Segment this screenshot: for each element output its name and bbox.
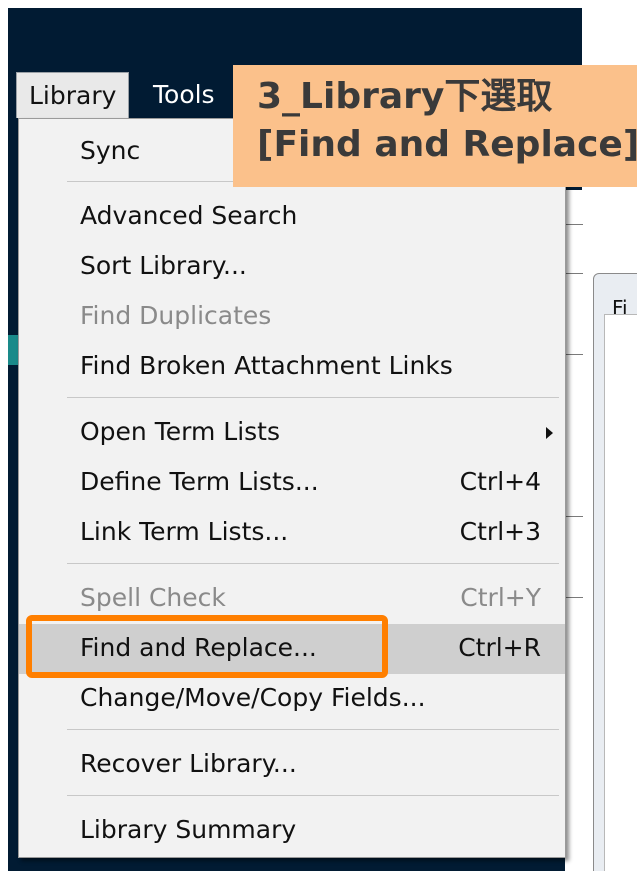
menu-item-library-summary[interactable]: Library Summary [19, 806, 565, 856]
menu-separator [67, 729, 559, 730]
menu-item-label: Find Broken Attachment Links [80, 351, 453, 380]
menu-item-label: Spell Check [80, 583, 226, 612]
annotation-line-1: 3_Library下選取 [257, 76, 553, 117]
annotation-line-2: [Find and Replace] [257, 124, 637, 165]
menu-item-open-term-lists[interactable]: Open Term Lists [19, 408, 565, 458]
menu-item-find-broken-attachment-links[interactable]: Find Broken Attachment Links [19, 342, 565, 392]
menu-item-label: Define Term Lists... [80, 467, 319, 496]
highlight-box [26, 615, 388, 678]
menu-item-shortcut: Ctrl+4 [459, 467, 541, 496]
menu-tools[interactable]: Tools [141, 72, 227, 118]
menu-library[interactable]: Library [16, 72, 130, 118]
menu-item-advanced-search[interactable]: Advanced Search [19, 192, 565, 242]
menu-item-label: Library Summary [80, 815, 297, 844]
pane-divider [565, 273, 583, 274]
menu-item-shortcut: Ctrl+3 [459, 517, 541, 546]
menu-separator [67, 397, 559, 398]
menu-item-find-duplicates: Find Duplicates [19, 292, 565, 342]
submenu-arrow-icon [546, 427, 553, 439]
pane-divider [565, 516, 583, 517]
menu-item-label: Link Term Lists... [80, 517, 289, 546]
menu-item-label: Sync [80, 136, 141, 165]
menu-item-label: Change/Move/Copy Fields... [80, 683, 426, 712]
find-window-body [604, 314, 637, 871]
menu-separator [67, 563, 559, 564]
menu-item-shortcut: Ctrl+Y [460, 583, 541, 612]
menu-item-define-term-lists[interactable]: Define Term Lists... Ctrl+4 [19, 458, 565, 508]
menu-item-label: Sort Library... [80, 251, 247, 280]
menu-separator [67, 795, 559, 796]
pane-divider [565, 224, 583, 225]
menu-item-label: Advanced Search [80, 201, 298, 230]
menu-item-label: Recover Library... [80, 749, 297, 778]
pane-divider [565, 597, 583, 598]
menu-item-link-term-lists[interactable]: Link Term Lists... Ctrl+3 [19, 508, 565, 558]
find-window: Fi [593, 273, 637, 871]
pane-divider [565, 354, 583, 355]
menu-item-label: Find Duplicates [80, 301, 272, 330]
menu-item-recover-library[interactable]: Recover Library... [19, 740, 565, 790]
library-dropdown-menu: Sync Advanced Search Sort Library... Fin… [18, 118, 566, 858]
menu-item-shortcut: Ctrl+R [458, 633, 541, 662]
menu-item-sort-library[interactable]: Sort Library... [19, 242, 565, 292]
menu-item-label: Open Term Lists [80, 417, 280, 446]
annotation-callout: 3_Library下選取 [Find and Replace] [233, 65, 637, 187]
menu-item-change-move-copy-fields[interactable]: Change/Move/Copy Fields... [19, 674, 565, 724]
